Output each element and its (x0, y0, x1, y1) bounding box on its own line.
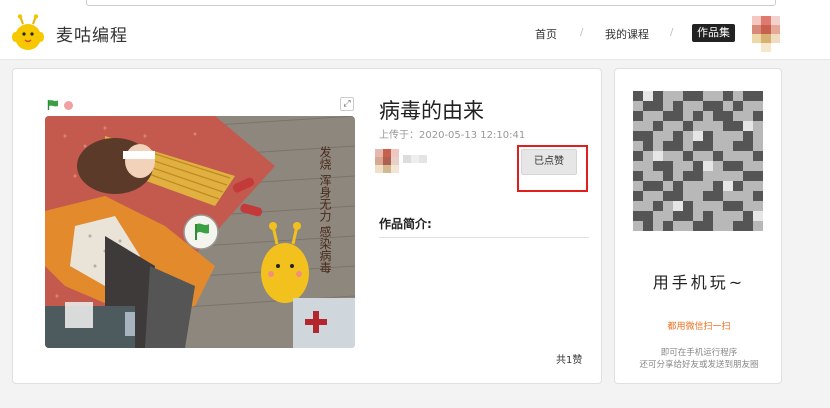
mobile-play-card: 用手机玩~ 都用微信扫一扫 即可在手机运行程序 还可分享给好友或发送到朋友圈 (614, 68, 782, 384)
likes-count: 共1赞 (556, 355, 583, 366)
mascot-logo-icon[interactable] (12, 14, 44, 52)
green-flag-icon[interactable] (47, 99, 59, 111)
upload-time: 上传于：2020-05-13 12:10:41 (379, 130, 526, 141)
work-title: 病毒的由来 (379, 99, 484, 123)
author-avatar[interactable] (375, 149, 433, 173)
stage-caption: 发烧 浑身无力 感染病毒 (318, 145, 332, 275)
user-avatar[interactable] (752, 16, 780, 52)
play-flag-icon (197, 223, 209, 234)
stop-icon[interactable] (64, 101, 73, 110)
site-header: 麦咕编程 首页 / 我的课程 / 作品集 (0, 8, 830, 60)
address-field[interactable] (86, 0, 776, 6)
divider (379, 237, 589, 238)
nav-separator: / (670, 27, 674, 38)
project-stage[interactable]: 发烧 浑身无力 感染病毒 (45, 116, 355, 348)
work-card: ⤢ 发烧 浑身无力 感染病毒 病毒的由来 上传于：2020-05-13 12:1… (12, 68, 602, 384)
qr-code[interactable] (633, 91, 763, 231)
brand-name[interactable]: 麦咕编程 (56, 21, 128, 46)
highlight-box (517, 145, 588, 192)
intro-label: 作品简介: (379, 217, 432, 231)
stage-illustration: 发烧 浑身无力 感染病毒 (45, 116, 355, 348)
nav-separator: / (580, 27, 584, 38)
fullscreen-icon[interactable]: ⤢ (340, 97, 354, 111)
nav-works[interactable]: 作品集 (692, 24, 735, 42)
phone-play-label: 用手机玩~ (652, 273, 746, 292)
nav-my-courses[interactable]: 我的课程 (605, 26, 649, 42)
desc-line-2: 还可分享给好友或发送到朋友圈 (639, 360, 759, 370)
browser-strip (0, 0, 830, 8)
scan-hint: 都用微信扫一扫 (667, 322, 731, 332)
nav-home[interactable]: 首页 (535, 26, 557, 42)
desc-line-1: 即可在手机运行程序 (660, 348, 738, 358)
